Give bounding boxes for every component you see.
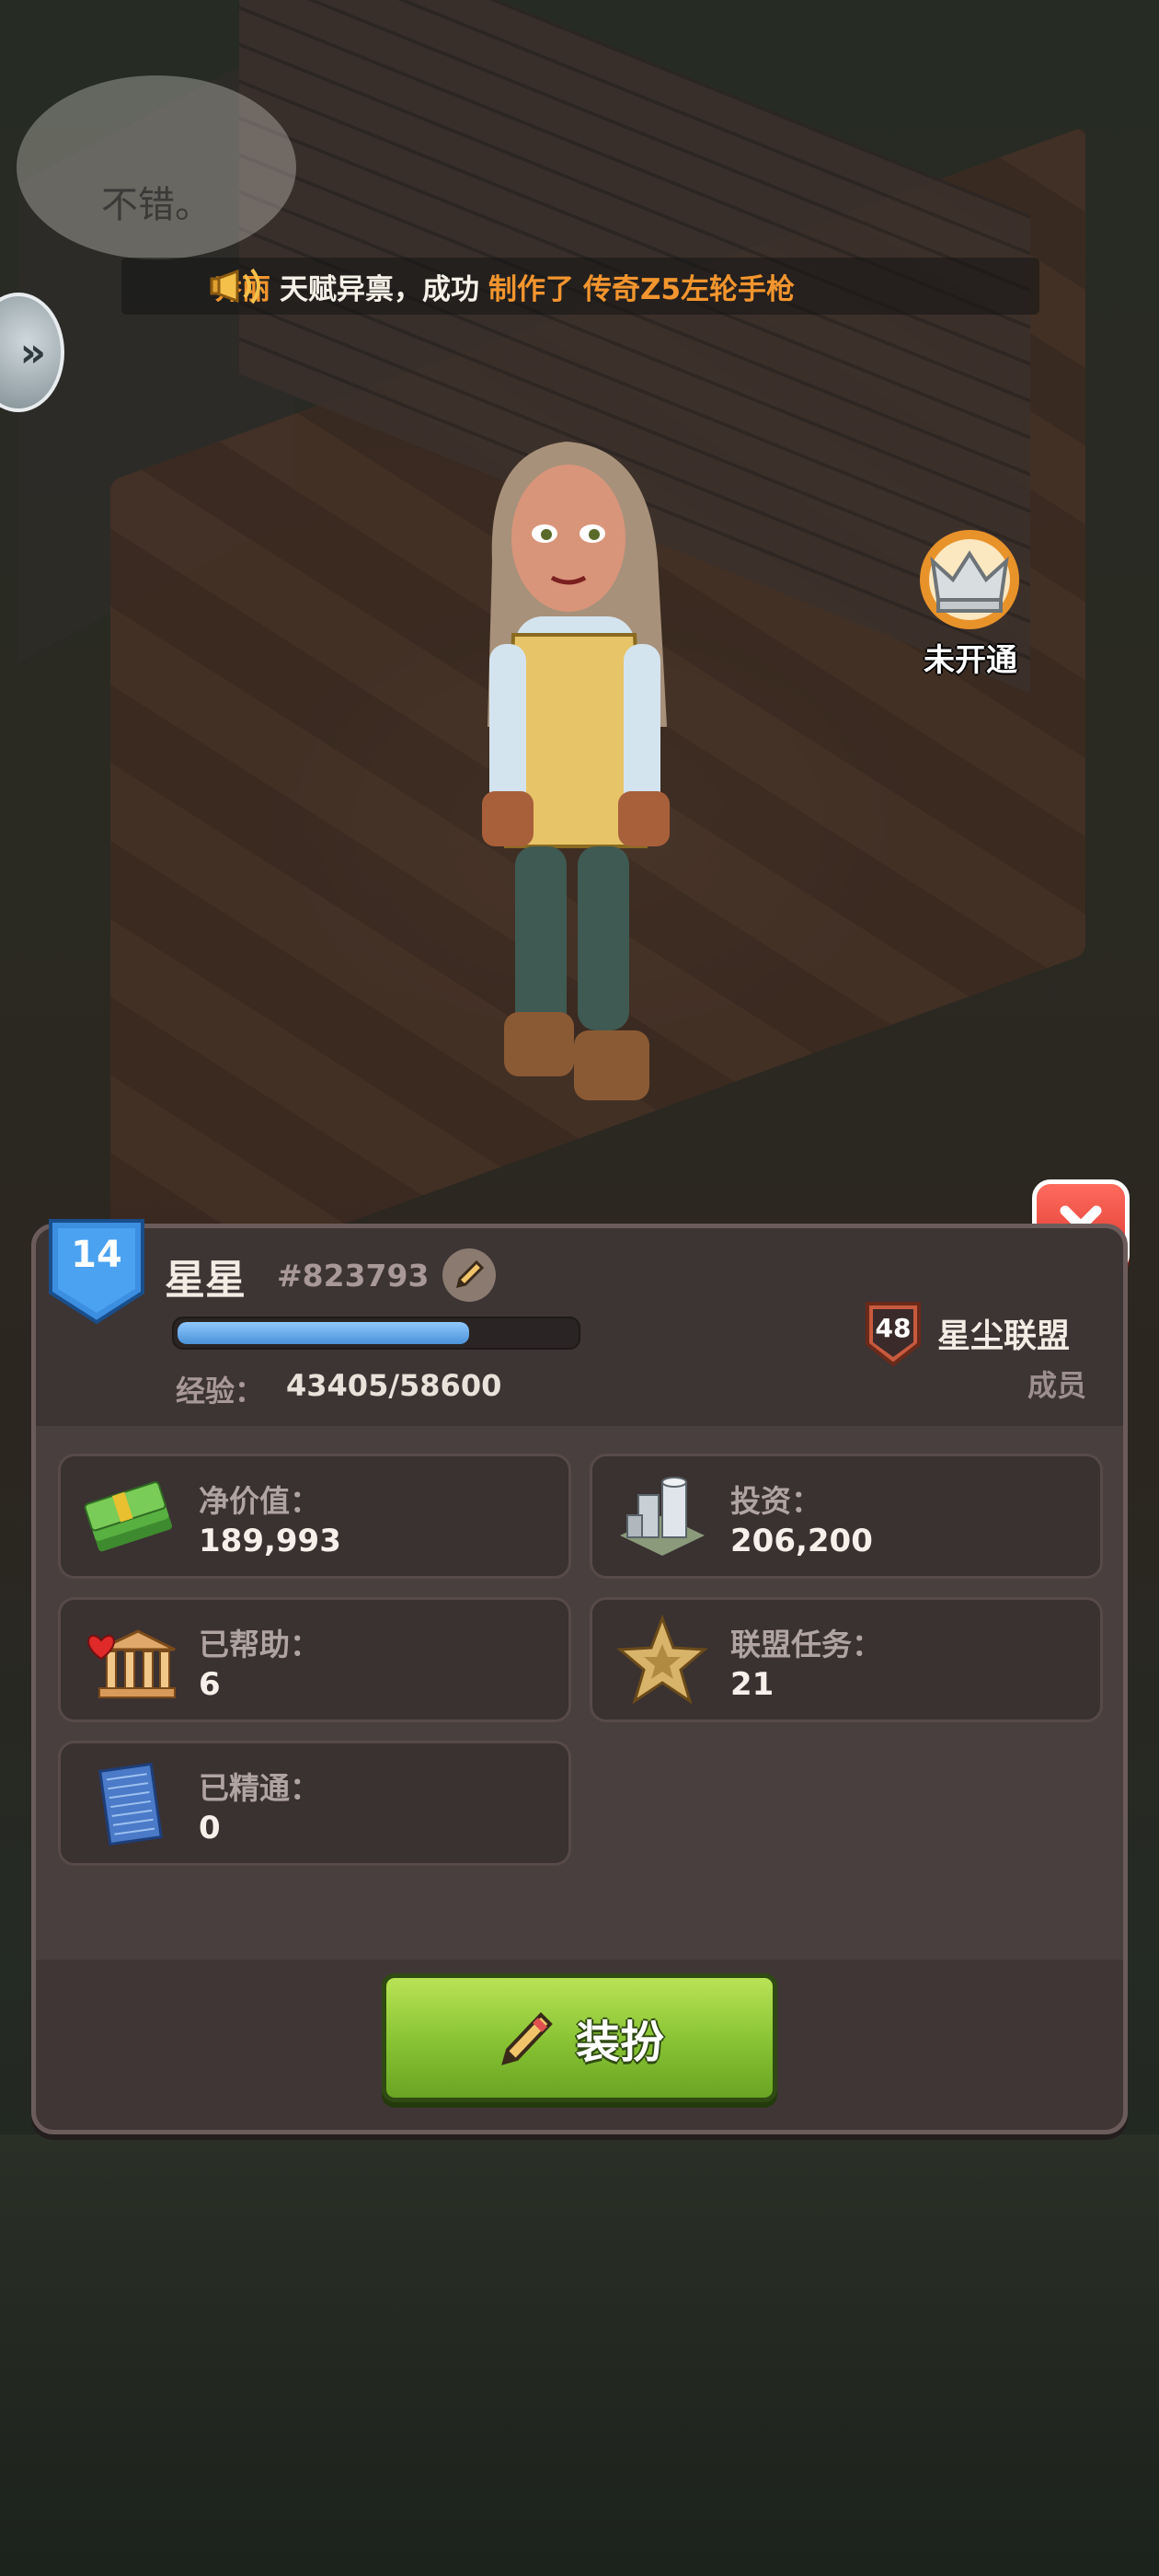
stat-label: 已精通： xyxy=(199,1770,320,1806)
alliance-role: 成员 xyxy=(1027,1368,1086,1403)
stat-label: 已帮助： xyxy=(199,1627,320,1662)
scene-street xyxy=(0,2134,1159,2576)
sheriff-star-icon xyxy=(616,1614,708,1705)
news-part-item: 传奇Z5左轮手枪 xyxy=(583,272,796,306)
stat-label: 投资： xyxy=(730,1483,821,1519)
megaphone-icon xyxy=(210,268,260,305)
pencil-icon xyxy=(501,2012,553,2065)
xp-progress-fill xyxy=(178,1322,469,1344)
news-part-text: 天赋异禀，成功 xyxy=(280,272,479,306)
alliance-name[interactable]: 星尘联盟 xyxy=(937,1309,1070,1357)
alliance-level: 48 xyxy=(875,1313,912,1343)
stat-label: 联盟任务： xyxy=(730,1627,882,1662)
stat-value: 21 xyxy=(730,1666,775,1703)
crown-status-label: 未开通 xyxy=(924,642,1017,679)
profile-header: 14 星星 #823793 经验： 43405/58600 48 星尘联盟 成员 xyxy=(36,1219,1123,1426)
edit-name-button[interactable] xyxy=(442,1248,496,1302)
dress-up-button[interactable]: 装扮 xyxy=(382,1973,777,2102)
double-chevron-right-icon: » xyxy=(19,328,46,376)
xp-label: 经验： xyxy=(176,1374,265,1409)
dress-up-label: 装扮 xyxy=(575,2017,664,2068)
stat-value: 0 xyxy=(199,1810,221,1846)
xp-value: 43405/58600 xyxy=(286,1368,502,1403)
stat-value: 206,200 xyxy=(730,1523,873,1559)
speech-bubble xyxy=(17,75,296,259)
stat-card-net-worth: 净价值： 189,993 xyxy=(58,1454,571,1579)
charity-bank-icon xyxy=(87,1629,176,1698)
cash-stack-icon xyxy=(84,1481,173,1552)
player-profile-panel: 14 星星 #823793 经验： 43405/58600 48 星尘联盟 成员 xyxy=(31,1219,1128,2134)
player-id: #823793 xyxy=(277,1258,430,1294)
stat-value: 6 xyxy=(199,1666,221,1703)
pencil-icon xyxy=(455,1259,485,1289)
stat-label: 净价值： xyxy=(199,1483,320,1519)
player-level: 14 xyxy=(71,1234,122,1276)
stat-card-mastered: 已精通： 0 xyxy=(58,1741,571,1866)
speech-bubble-text: 不错。 xyxy=(101,184,212,226)
xp-progress-bar xyxy=(172,1317,580,1350)
stat-value: 189,993 xyxy=(199,1523,341,1559)
blueprint-icon xyxy=(98,1762,163,1846)
stat-card-helped: 已帮助： 6 xyxy=(58,1597,571,1722)
stat-card-alliance-tasks: 联盟任务： 21 xyxy=(590,1597,1103,1722)
crown-icon[interactable] xyxy=(905,528,1034,631)
player-character-avatar xyxy=(482,442,670,1100)
stat-card-investment: 投资： 206,200 xyxy=(590,1454,1103,1579)
player-name: 星星 xyxy=(165,1257,246,1304)
building-icon xyxy=(620,1477,705,1556)
news-part-action: 制作了 xyxy=(488,272,574,306)
